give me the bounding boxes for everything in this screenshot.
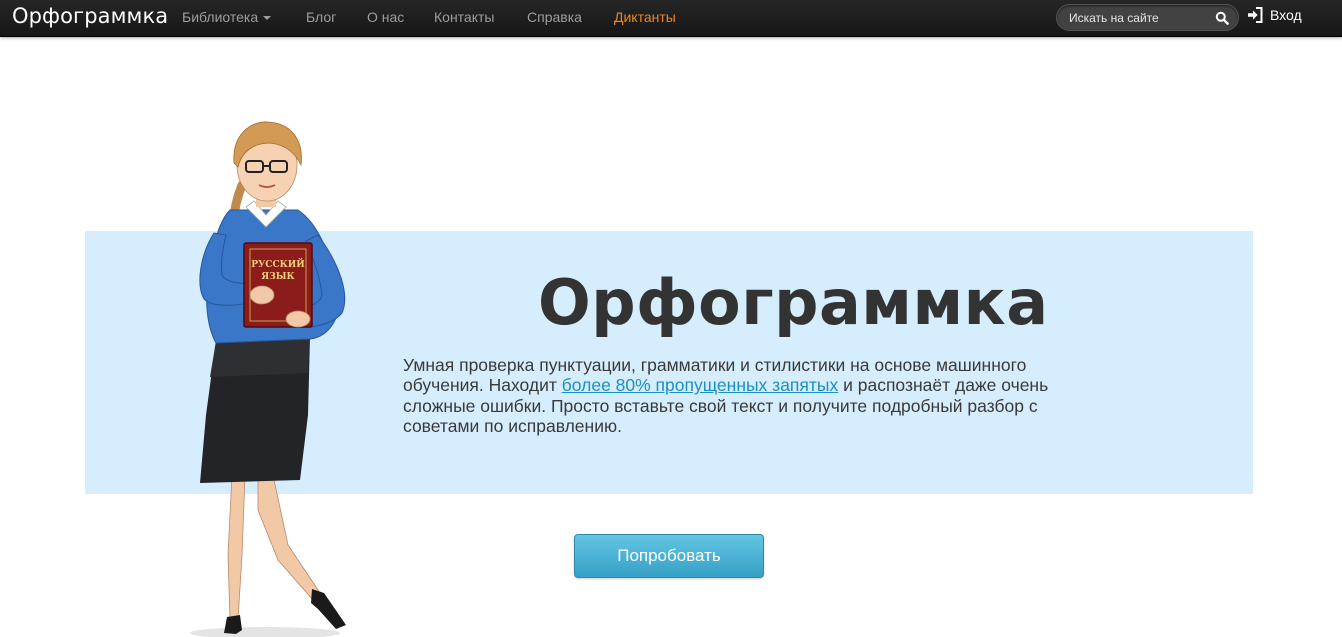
try-button[interactable]: Попробовать [574,534,764,578]
nav-item-library[interactable]: Библиотека [182,9,272,25]
nav-item-library-label: Библиотека [182,9,259,25]
search-icon[interactable] [1215,11,1229,25]
login-label: Вход [1270,7,1302,23]
teacher-illustration: РУССКИЙ ЯЗЫК [190,121,346,637]
nav-item-about[interactable]: О нас [367,9,404,25]
book-title-2: ЯЗЫК [261,272,295,282]
login-link[interactable]: Вход [1247,7,1302,27]
hero-description: Умная проверка пунктуации, грамматики и … [403,355,1093,436]
brand-logo-link[interactable]: Орфограммка [12,4,168,28]
top-navbar: Орфограммка Библиотека Блог О нас Контак… [0,0,1342,37]
nav-item-blog[interactable]: Блог [306,9,336,25]
search-box [1056,4,1239,31]
nav-item-dictations[interactable]: Диктанты [614,9,676,25]
nav-item-help[interactable]: Справка [527,9,582,25]
caret-down-icon [263,16,272,21]
sign-in-icon [1248,7,1263,23]
nav-item-contacts[interactable]: Контакты [434,9,494,25]
hero-title: Орфограммка [538,266,1049,339]
missed-commas-link[interactable]: более 80% пропущенных запятых [562,375,838,395]
search-input[interactable] [1069,9,1209,27]
